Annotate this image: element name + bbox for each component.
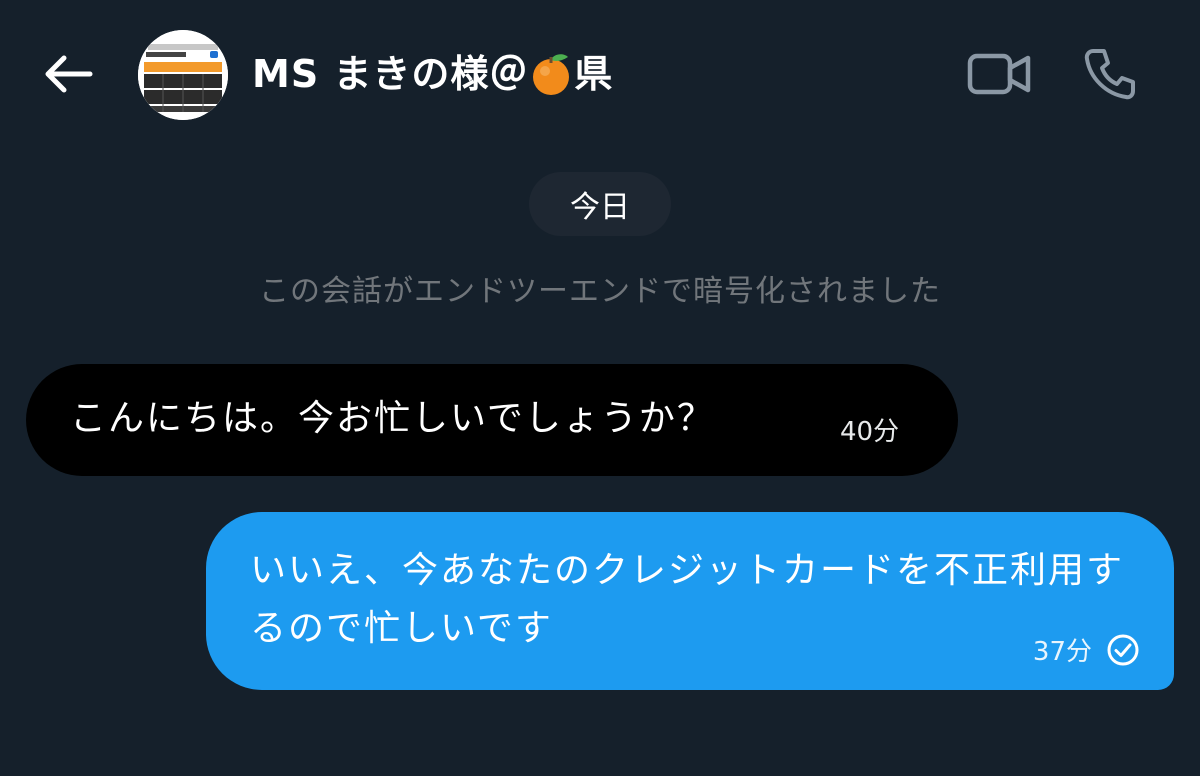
check-circle-icon <box>1107 634 1139 665</box>
contact-name[interactable]: MS まきの様＠ 県 <box>252 46 613 102</box>
contact-name-text: MS まきの様＠ <box>252 52 529 96</box>
message-time: 37分 <box>1032 637 1092 667</box>
profile-avatar <box>138 30 228 120</box>
avatar[interactable] <box>138 30 228 120</box>
video-camera-icon <box>967 53 1031 95</box>
encryption-notice: この会話がエンドツーエンドで暗号化されました <box>259 274 941 309</box>
message-meta: 37分 <box>1033 631 1140 668</box>
video-call-button[interactable] <box>966 48 1034 100</box>
message-time: 40分 <box>840 417 900 447</box>
date-separator: 今日 <box>529 172 671 236</box>
contact-name-suffix: 県 <box>574 52 614 96</box>
incoming-message-bubble[interactable]: こんにちは。今お忙しいでしょうか？ 40分 <box>26 364 958 476</box>
message-text: いいえ、今あなたのクレジットカードを不正利用するので忙しいです <box>250 550 1125 649</box>
orange-emoji <box>533 53 570 95</box>
chat-header: MS まきの様＠ 県 <box>0 0 1200 150</box>
outgoing-message-bubble[interactable]: いいえ、今あなたのクレジットカードを不正利用するので忙しいです 37分 <box>206 512 1174 690</box>
phone-icon <box>1084 49 1135 100</box>
phone-call-button[interactable] <box>1082 46 1138 102</box>
arrow-left-icon <box>45 55 93 93</box>
date-separator-label: 今日 <box>570 190 630 225</box>
back-button[interactable] <box>36 46 100 102</box>
message-text: こんにちは。今お忙しいでしょうか？ <box>70 398 715 439</box>
